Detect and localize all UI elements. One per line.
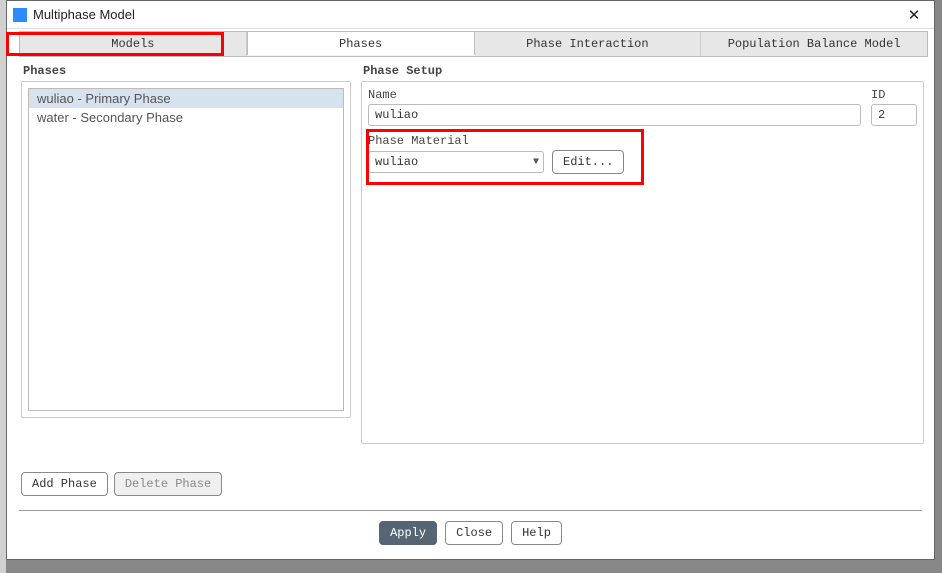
- id-label: ID: [871, 88, 917, 102]
- phase-material-dropdown[interactable]: wuliao ▼: [368, 151, 544, 173]
- tab-phase-interaction[interactable]: Phase Interaction: [475, 32, 702, 56]
- name-input[interactable]: [368, 104, 861, 126]
- tab-models[interactable]: Models: [20, 32, 247, 56]
- chevron-down-icon: ▼: [533, 157, 539, 168]
- help-button[interactable]: Help: [511, 521, 562, 545]
- phase-setup-heading: Phase Setup: [361, 61, 924, 81]
- multiphase-model-dialog: Multiphase Model ✕ Models Phases Phase I…: [6, 0, 935, 560]
- dialog-footer: Apply Close Help: [7, 511, 934, 559]
- phases-heading: Phases: [21, 61, 351, 81]
- id-input[interactable]: [871, 104, 917, 126]
- phase-item-secondary[interactable]: water - Secondary Phase: [29, 108, 343, 127]
- delete-phase-button[interactable]: Delete Phase: [114, 472, 222, 496]
- name-label: Name: [368, 88, 861, 102]
- titlebar: Multiphase Model ✕: [7, 1, 934, 29]
- close-icon[interactable]: ✕: [900, 6, 928, 24]
- tab-bar: Models Phases Phase Interaction Populati…: [19, 31, 928, 57]
- add-phase-button[interactable]: Add Phase: [21, 472, 108, 496]
- app-icon: [13, 8, 27, 22]
- tab-population-balance[interactable]: Population Balance Model: [701, 32, 927, 56]
- phase-material-label: Phase Material: [368, 134, 917, 148]
- apply-button[interactable]: Apply: [379, 521, 437, 545]
- edit-material-button[interactable]: Edit...: [552, 150, 624, 174]
- phase-item-primary[interactable]: wuliao - Primary Phase: [29, 89, 343, 108]
- phases-list: wuliao - Primary Phase water - Secondary…: [28, 88, 344, 411]
- tab-phases[interactable]: Phases: [247, 31, 475, 55]
- close-button[interactable]: Close: [445, 521, 503, 545]
- window-title: Multiphase Model: [33, 7, 135, 22]
- phase-material-value: wuliao: [375, 155, 418, 169]
